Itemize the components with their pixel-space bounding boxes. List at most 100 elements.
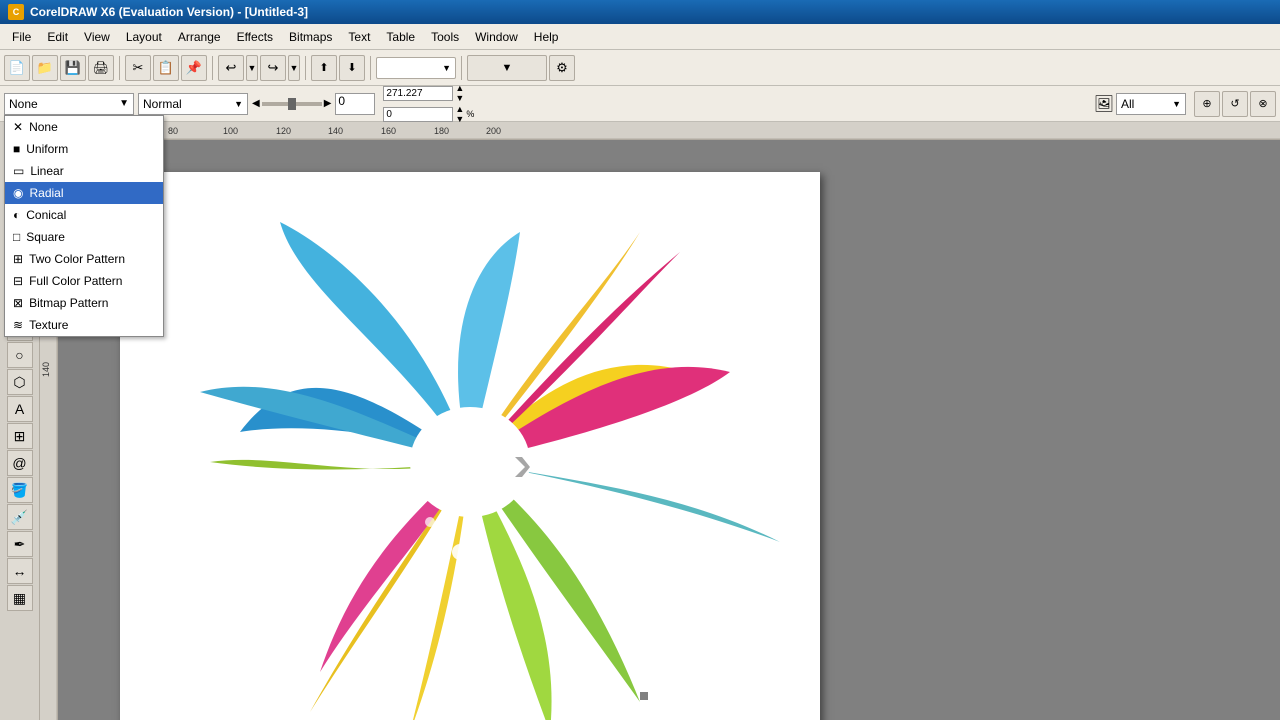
snap-to-button[interactable]: ▼: [467, 55, 547, 81]
svg-text:120: 120: [276, 126, 291, 136]
menu-file[interactable]: File: [4, 27, 39, 47]
full-color-icon: ⊟: [13, 274, 23, 288]
svg-text:140: 140: [328, 126, 343, 136]
x-coord-spinners[interactable]: ▲ ▼: [455, 83, 464, 103]
fill-option-full-color[interactable]: ⊟ Full Color Pattern: [5, 270, 163, 292]
shadow-tool[interactable]: ▦: [7, 585, 33, 611]
fill-type-arrow: ▼: [119, 98, 129, 109]
y-coord-input[interactable]: 0: [383, 107, 453, 122]
options-btn-1[interactable]: ⊕: [1194, 91, 1220, 117]
percent-label: %: [466, 109, 474, 119]
redo-dropdown[interactable]: ▼: [288, 55, 300, 81]
menu-table[interactable]: Table: [378, 27, 423, 47]
undo-dropdown[interactable]: ▼: [246, 55, 258, 81]
undo-button[interactable]: ↩: [218, 55, 244, 81]
svg-text:100: 100: [223, 126, 238, 136]
menu-view[interactable]: View: [76, 27, 118, 47]
linear-label: Linear: [30, 164, 63, 178]
import-button[interactable]: ⬆: [311, 55, 337, 81]
spiral-tool[interactable]: @: [7, 450, 33, 476]
print-button[interactable]: 🖨: [88, 55, 114, 81]
menu-layout[interactable]: Layout: [118, 27, 170, 47]
redo-button[interactable]: ↪: [260, 55, 286, 81]
angle-value: 0: [338, 94, 345, 108]
options-btn-2[interactable]: ↺: [1222, 91, 1248, 117]
object-type-dropdown[interactable]: All ▼: [1116, 93, 1186, 115]
main-area: ↖ ◈ ⤢ ⊡ 🔍 ✏ ∿ □ ○ ⬡ A ⊞ @ 🪣 💉 ✒ ↔ ▦ 40 6…: [0, 122, 1280, 720]
fill-option-two-color[interactable]: ⊞ Two Color Pattern: [5, 248, 163, 270]
texture-label: Texture: [29, 318, 68, 332]
menu-text[interactable]: Text: [340, 27, 378, 47]
paste-button[interactable]: 📌: [181, 55, 207, 81]
outline-tool[interactable]: ✒: [7, 531, 33, 557]
separator-3: [305, 56, 306, 80]
polygon-tool[interactable]: ⬡: [7, 369, 33, 395]
menu-tools[interactable]: Tools: [423, 27, 467, 47]
fill-type-container: None ▼ ✕ None ■ Uniform ▭ Linear ◉ Radia…: [4, 93, 134, 115]
zoom-level-display[interactable]: ▼: [376, 57, 456, 79]
radial-icon: ◉: [13, 186, 23, 200]
svg-text:80: 80: [168, 126, 178, 136]
square-icon: □: [13, 230, 20, 244]
ruler-h-svg: 40 60 80 100 120 140 160 180 200: [58, 122, 1280, 140]
fill-option-bitmap[interactable]: ⊠ Bitmap Pattern: [5, 292, 163, 314]
menu-bitmaps[interactable]: Bitmaps: [281, 27, 340, 47]
extra-buttons: ⊕ ↺ ⊗: [1194, 91, 1276, 117]
fill-option-none[interactable]: ✕ None: [5, 116, 163, 138]
two-color-icon: ⊞: [13, 252, 23, 266]
menu-arrange[interactable]: Arrange: [170, 27, 229, 47]
fill-type-dropdown[interactable]: None ▼: [4, 93, 134, 115]
slider-left-arrow[interactable]: ◀: [252, 98, 260, 109]
fill-option-linear[interactable]: ▭ Linear: [5, 160, 163, 182]
standard-toolbar: 📄 📁 💾 🖨 ✂ 📋 📌 ↩ ▼ ↪ ▼ ⬆ ⬇ ▼ ▼ ⚙: [0, 50, 1280, 86]
linear-icon: ▭: [13, 164, 24, 178]
title-text: CorelDRAW X6 (Evaluation Version) - [Unt…: [30, 5, 308, 19]
fill-type-value: None: [9, 97, 38, 111]
y-coord-spinners[interactable]: ▲ ▼: [455, 104, 464, 124]
menu-help[interactable]: Help: [526, 27, 567, 47]
angle-input[interactable]: 0: [335, 93, 375, 115]
coord-container: 271.227 ▲ ▼ 0 ▲ ▼ %: [383, 83, 474, 124]
slider-right-arrow[interactable]: ▶: [324, 98, 332, 109]
flower-artwork: [120, 172, 820, 720]
none-icon: ✕: [13, 120, 23, 134]
fill-option-square[interactable]: □ Square: [5, 226, 163, 248]
new-button[interactable]: 📄: [4, 55, 30, 81]
text-tool[interactable]: A: [7, 396, 33, 422]
copy-button[interactable]: 📋: [153, 55, 179, 81]
ellipse-tool[interactable]: ○: [7, 342, 33, 368]
separator-1: [119, 56, 120, 80]
cut-button[interactable]: ✂: [125, 55, 151, 81]
separator-5: [461, 56, 462, 80]
fill-option-uniform[interactable]: ■ Uniform: [5, 138, 163, 160]
bitmap-icon: ⊠: [13, 296, 23, 310]
eyedropper-tool[interactable]: 💉: [7, 504, 33, 530]
blend-mode-dropdown[interactable]: Normal ▼: [138, 93, 248, 115]
save-button[interactable]: 💾: [60, 55, 86, 81]
open-button[interactable]: 📁: [32, 55, 58, 81]
gradient-slider[interactable]: [262, 102, 322, 106]
export-button[interactable]: ⬇: [339, 55, 365, 81]
x-coord-input[interactable]: 271.227: [383, 86, 453, 101]
table-tool[interactable]: ⊞: [7, 423, 33, 449]
options-button[interactable]: ⚙: [549, 55, 575, 81]
menu-effects[interactable]: Effects: [229, 27, 281, 47]
svg-text:180: 180: [434, 126, 449, 136]
fill-dropdown-menu: ✕ None ■ Uniform ▭ Linear ◉ Radial ◐ Con…: [4, 115, 164, 337]
separator-2: [212, 56, 213, 80]
none-label: None: [29, 120, 58, 134]
canvas-area[interactable]: 40 60 80 100 120 140 160 180 200 220 200…: [40, 122, 1280, 720]
uniform-label: Uniform: [26, 142, 68, 156]
fill-option-texture[interactable]: ≋ Texture: [5, 314, 163, 336]
menu-bar: File Edit View Layout Arrange Effects Bi…: [0, 24, 1280, 50]
options-btn-3[interactable]: ⊗: [1250, 91, 1276, 117]
fill-tool[interactable]: 🪣: [7, 477, 33, 503]
fill-option-conical[interactable]: ◐ Conical: [5, 204, 163, 226]
slider-area: ◀ ▶: [252, 98, 331, 109]
connector-tool[interactable]: ↔: [7, 558, 33, 584]
flower-svg: [120, 172, 820, 720]
fill-option-radial[interactable]: ◉ Radial: [5, 182, 163, 204]
menu-edit[interactable]: Edit: [39, 27, 76, 47]
menu-window[interactable]: Window: [467, 27, 526, 47]
title-bar: C CorelDRAW X6 (Evaluation Version) - [U…: [0, 0, 1280, 24]
